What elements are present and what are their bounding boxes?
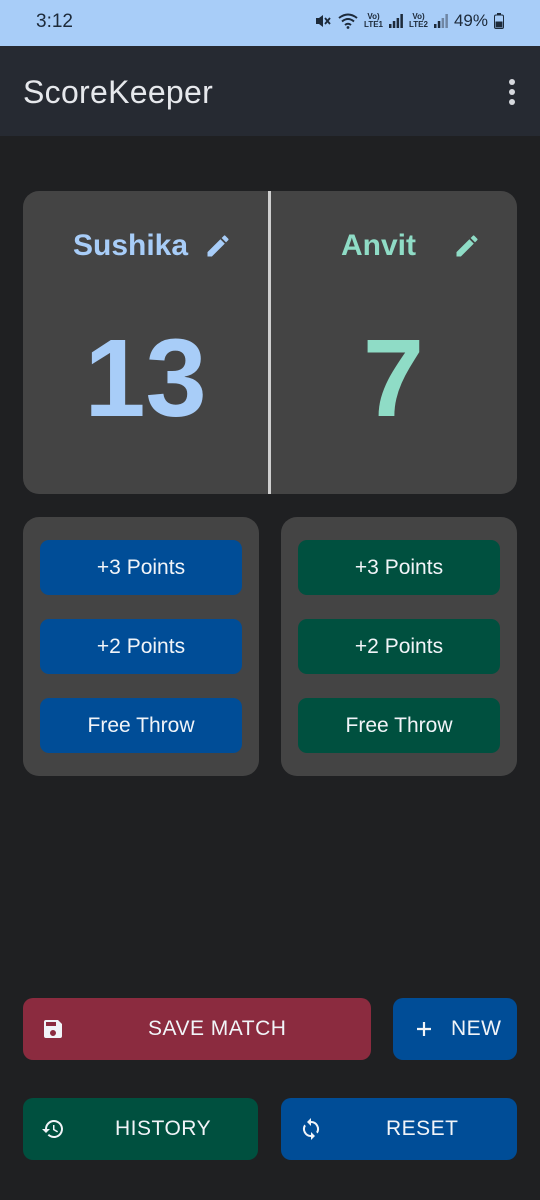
battery-icon <box>494 13 504 29</box>
history-label: HISTORY <box>115 1117 212 1140</box>
app-bar: ScoreKeeper <box>0 46 540 136</box>
history-icon <box>42 1120 63 1138</box>
team-b-plus2-button[interactable]: +2 Points <box>298 619 500 674</box>
mute-icon <box>314 12 332 30</box>
status-bar: 3:12 Vo) LTE1 Vo) LTE2 49% <box>0 0 540 46</box>
plus-icon <box>417 1022 431 1036</box>
sync-icon <box>302 1118 320 1140</box>
signal-1-icon <box>389 14 403 28</box>
scoreboard-card: Sushika 13 Anvit 7 <box>23 191 517 494</box>
team-b-name: Anvit <box>341 229 416 262</box>
team-a-plus3-button[interactable]: +3 Points <box>40 540 242 595</box>
team-a-plus2-button[interactable]: +2 Points <box>40 619 242 674</box>
edit-team-a-icon[interactable] <box>204 232 232 260</box>
save-match-label: SAVE MATCH <box>148 1017 287 1040</box>
reset-button[interactable]: RESET <box>281 1098 517 1160</box>
team-b-points-panel: +3 Points +2 Points Free Throw <box>281 517 517 776</box>
team-b-free-throw-button[interactable]: Free Throw <box>298 698 500 753</box>
save-match-button[interactable]: SAVE MATCH <box>23 998 371 1060</box>
net2-lte: LTE2 <box>409 20 428 29</box>
team-a-free-throw-button[interactable]: Free Throw <box>40 698 242 753</box>
save-icon <box>44 1020 62 1038</box>
team-b-plus3-button[interactable]: +3 Points <box>298 540 500 595</box>
team-b-score: 7 <box>362 317 425 440</box>
battery-level: 49% <box>453 11 488 30</box>
new-label: NEW <box>451 1017 502 1040</box>
team-a-score: 13 <box>84 317 207 440</box>
net1-lte: LTE1 <box>364 20 383 29</box>
signal-2-icon <box>433 14 448 28</box>
network-1-label: Vo) LTE1 <box>364 13 383 29</box>
edit-team-b-icon[interactable] <box>453 232 481 260</box>
history-button[interactable]: HISTORY <box>23 1098 258 1160</box>
new-button[interactable]: NEW <box>393 998 517 1060</box>
team-a-points-panel: +3 Points +2 Points Free Throw <box>23 517 259 776</box>
app-title: ScoreKeeper <box>23 74 214 110</box>
reset-label: RESET <box>386 1117 459 1140</box>
network-2-label: Vo) LTE2 <box>409 13 428 29</box>
team-a-name: Sushika <box>73 229 189 262</box>
status-time: 3:12 <box>36 11 73 32</box>
wifi-icon <box>338 13 358 29</box>
more-vert-icon[interactable] <box>502 78 522 106</box>
status-icons: Vo) LTE1 Vo) LTE2 49% <box>314 11 504 31</box>
